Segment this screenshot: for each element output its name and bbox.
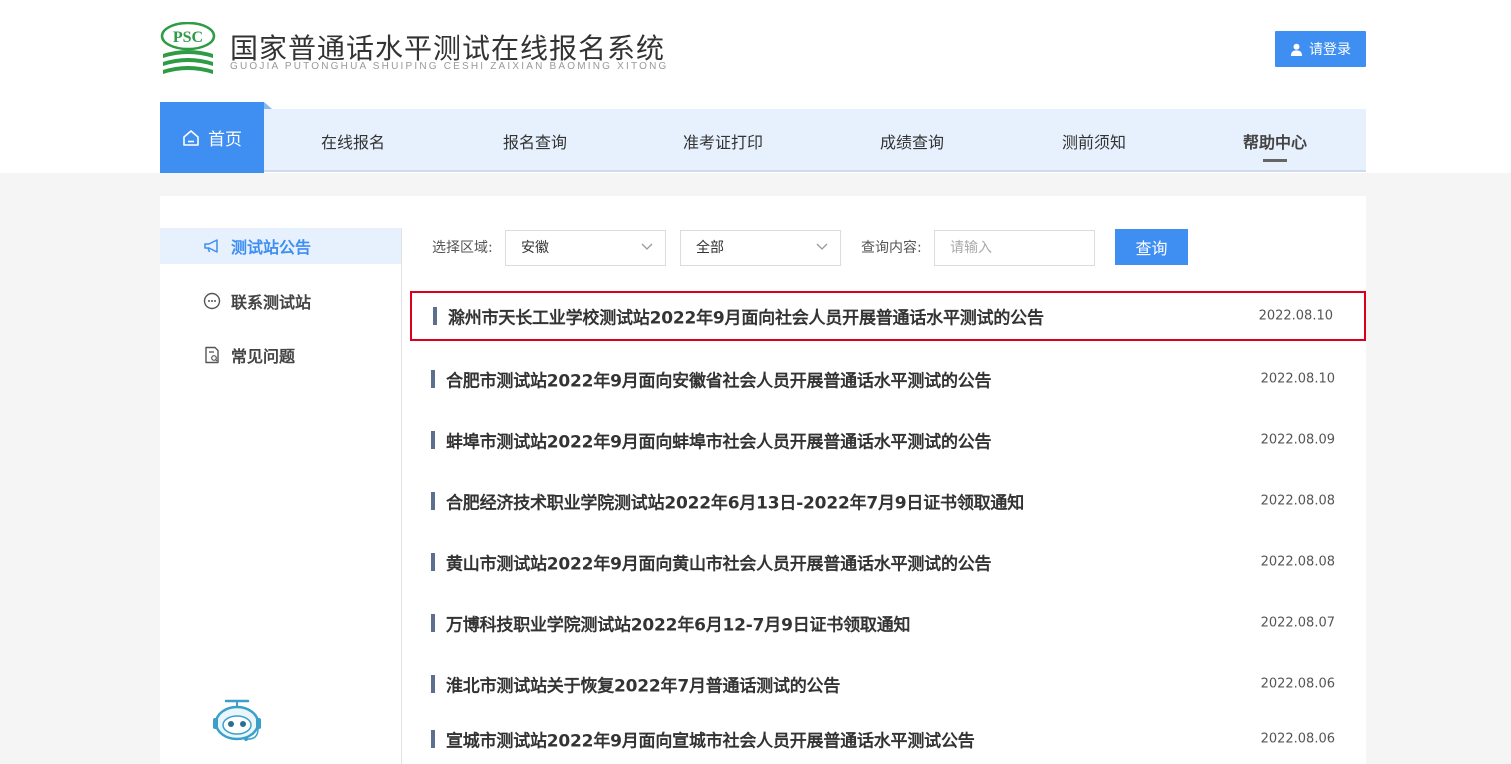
sidebar-item-label: 测试站公告 [231,238,312,257]
notice-date: 2022.08.10 [1260,371,1335,387]
sidebar-item-label: 联系测试站 [231,293,312,312]
nav-item-pretest-notice[interactable]: 测前须知 [1041,109,1147,172]
document-question-icon [205,346,219,364]
list-bullet [431,492,435,510]
sidebar-item-label: 常见问题 [231,347,296,366]
home-icon [183,129,199,146]
query-button[interactable]: 查询 [1115,229,1188,265]
chat-icon [203,292,221,310]
notice-item[interactable]: 合肥经济技术职业学院测试站2022年6月13日-2022年7月9日证书领取通知 … [410,476,1366,526]
nav-home-label: 首页 [208,130,242,150]
list-bullet [433,307,437,325]
query-input[interactable] [934,230,1095,266]
list-bullet [431,553,435,571]
chevron-down-icon [816,243,828,250]
psc-logo: PSC [160,22,216,74]
nav-item-registration-query[interactable]: 报名查询 [482,109,588,172]
notice-title: 蚌埠市测试站2022年9月面向蚌埠市社会人员开展普通话水平测试的公告 [446,432,992,453]
notice-title: 合肥市测试站2022年9月面向安徽省社会人员开展普通话水平测试的公告 [446,371,992,392]
notice-item[interactable]: 蚌埠市测试站2022年9月面向蚌埠市社会人员开展普通话水平测试的公告 2022.… [410,415,1366,465]
notice-item[interactable]: 淮北市测试站关于恢复2022年7月普通话测试的公告 2022.08.06 [410,659,1366,709]
svg-text:PSC: PSC [173,29,203,46]
nav-item-home[interactable]: 首页 [160,102,272,173]
notice-title: 黄山市测试站2022年9月面向黄山市社会人员开展普通话水平测试的公告 [446,554,992,575]
notice-date: 2022.08.09 [1260,432,1335,448]
megaphone-icon [204,239,218,253]
notice-item[interactable]: 万博科技职业学院测试站2022年6月12-7月9日证书领取通知 2022.08.… [410,598,1366,648]
notice-item[interactable]: 宣城市测试站2022年9月面向宣城市社会人员开展普通话水平测试公告 2022.0… [410,714,1366,764]
list-bullet [431,730,435,748]
type-select-value: 全部 [696,240,724,256]
query-label: 查询内容: [861,240,922,256]
sidebar-item-station-notices[interactable]: 测试站公告 [160,228,401,264]
sidebar-item-faq[interactable]: 常见问题 [160,337,401,373]
notice-title: 宣城市测试站2022年9月面向宣城市社会人员开展普通话水平测试公告 [446,731,975,752]
type-select[interactable]: 全部 [680,230,841,266]
list-bullet [431,614,435,632]
list-bullet [431,431,435,449]
nav-item-online-registration[interactable]: 在线报名 [300,109,406,172]
login-button[interactable]: 请登录 [1275,31,1366,67]
notice-date: 2022.08.08 [1260,493,1335,509]
nav-item-admission-ticket[interactable]: 准考证打印 [664,109,782,172]
nav-item-help-center[interactable]: 帮助中心 [1222,109,1328,172]
notice-title: 万博科技职业学院测试站2022年6月12-7月9日证书领取通知 [446,615,911,636]
notice-item[interactable]: 黄山市测试站2022年9月面向黄山市社会人员开展普通话水平测试的公告 2022.… [410,537,1366,587]
notice-date: 2022.08.06 [1260,731,1335,747]
list-bullet [431,675,435,693]
region-label: 选择区域: [432,240,493,256]
notice-date: 2022.08.07 [1260,615,1335,631]
list-bullet [431,370,435,388]
notice-title: 合肥经济技术职业学院测试站2022年6月13日-2022年7月9日证书领取通知 [446,493,1025,514]
notice-item[interactable]: 滁州市天长工业学校测试站2022年9月面向社会人员开展普通话水平测试的公告 20… [410,291,1366,341]
notice-item[interactable]: 合肥市测试站2022年9月面向安徽省社会人员开展普通话水平测试的公告 2022.… [410,354,1366,404]
notice-title: 滁州市天长工业学校测试站2022年9月面向社会人员开展普通话水平测试的公告 [448,308,1044,329]
notice-title: 淮北市测试站关于恢复2022年7月普通话测试的公告 [446,676,841,697]
region-select-value: 安徽 [521,240,549,256]
customer-service-robot-icon[interactable] [210,698,266,744]
chevron-down-icon [641,243,653,250]
site-subtitle: GUOJIA PUTONGHUA SHUIPING CESHI ZAIXIAN … [230,61,669,72]
notice-date: 2022.08.06 [1260,676,1335,692]
user-icon [1290,43,1303,56]
sidebar-item-contact-station[interactable]: 联系测试站 [160,283,401,319]
notice-date: 2022.08.08 [1260,554,1335,570]
nav-item-score-query[interactable]: 成绩查询 [859,109,965,172]
region-select[interactable]: 安徽 [505,230,666,266]
notice-date: 2022.08.10 [1258,308,1333,324]
sidebar-divider [401,228,402,764]
login-label: 请登录 [1309,42,1351,58]
